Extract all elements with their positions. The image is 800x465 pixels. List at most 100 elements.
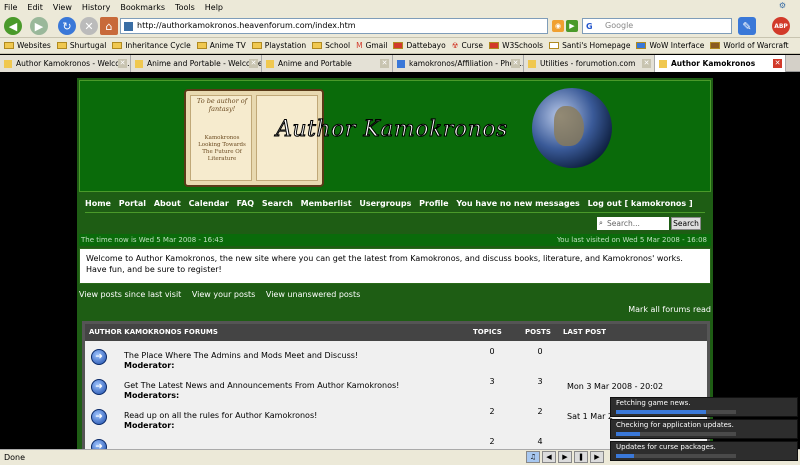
nav-portal[interactable]: Portal <box>119 199 146 208</box>
forum-search-button[interactable]: Search <box>671 217 701 230</box>
site-header: To be author of fantasy! Kamokronos Look… <box>79 80 711 192</box>
rss-icon[interactable]: ◉ <box>552 20 564 32</box>
nav-search[interactable]: Search <box>262 199 293 208</box>
menu-history[interactable]: History <box>82 3 110 12</box>
menu-view[interactable]: View <box>53 3 72 12</box>
bookmark-santis-homepage[interactable]: Santi's Homepage <box>549 41 630 50</box>
bookmark-school[interactable]: School <box>312 41 350 50</box>
nav-usergroups[interactable]: Usergroups <box>359 199 411 208</box>
bookmark-websites[interactable]: Websites <box>4 41 51 50</box>
tab-anime-portable-welcome[interactable]: Anime and Portable - Welcome... ✕ <box>131 55 262 72</box>
previous-icon[interactable]: ◀ <box>542 451 556 463</box>
forum-topics-count: 2 <box>489 407 495 416</box>
close-tab-icon[interactable]: ✕ <box>642 59 651 68</box>
header-topics: TOPICS <box>473 328 502 336</box>
notification-text: Fetching game news. <box>616 399 691 407</box>
play-icon[interactable]: ▶ <box>558 451 572 463</box>
adblock-icon[interactable]: ABP <box>772 17 790 35</box>
bookmark-anime-tv[interactable]: Anime TV <box>196 41 246 50</box>
nav-about[interactable]: About <box>154 199 181 208</box>
media-controls: ♫ ◀ ▶ ❚ ▶ <box>526 451 610 464</box>
gear-icon[interactable]: ⚙ <box>779 1 786 10</box>
bookmark-curse[interactable]: ☢ Curse <box>452 41 483 50</box>
pause-icon[interactable]: ❚ <box>574 451 588 463</box>
nav-messages[interactable]: You have no new messages <box>456 199 579 208</box>
next-icon[interactable]: ▶ <box>590 451 604 463</box>
bookmark-shurtugal[interactable]: Shurtugal <box>56 41 106 50</box>
tab-utilities-forumotion[interactable]: Utilities - forumotion.com ✕ <box>524 55 655 72</box>
site-title: Author Kamokronos <box>276 117 508 143</box>
mark-all-read-link[interactable]: Mark all forums read <box>628 305 711 314</box>
back-icon[interactable]: ◀ <box>4 17 22 35</box>
bookmark-w3schools[interactable]: W3Schools <box>489 41 543 50</box>
forum-row: ➜ The Place Where The Admins and Mods Me… <box>85 345 707 375</box>
forum-arrow-icon[interactable]: ➜ <box>91 439 107 449</box>
music-note-icon[interactable]: ♫ <box>526 451 540 463</box>
folder-icon <box>196 42 207 49</box>
menu-bookmarks[interactable]: Bookmarks <box>120 3 165 12</box>
link-posts-since-last-visit[interactable]: View posts since last visit <box>79 290 181 299</box>
notification-item[interactable]: Fetching game news. <box>610 397 798 417</box>
forum-moderators: Moderators: <box>124 391 180 400</box>
close-tab-icon[interactable]: ✕ <box>118 59 127 68</box>
tab-affiliation-photos[interactable]: kamokronos/Affiliation - Phot... ✕ <box>393 55 524 72</box>
forum-posts-count: 0 <box>537 347 543 356</box>
nav-profile[interactable]: Profile <box>419 199 448 208</box>
bookmark-world-of-warcraft[interactable]: World of Warcraft <box>710 41 789 50</box>
bookmark-wow-interface[interactable]: WoW Interface <box>636 41 704 50</box>
forum-search-input[interactable]: ⌕ Search... <box>597 217 669 230</box>
stop-icon[interactable]: ✕ <box>80 17 98 35</box>
bookmark-playstation[interactable]: Playstation <box>251 41 306 50</box>
tab-favicon-icon <box>135 59 143 68</box>
reload-icon[interactable]: ↻ <box>58 17 76 35</box>
url-bar[interactable]: http://authorkamokronos.heavenforum.com/… <box>120 18 548 34</box>
menu-help[interactable]: Help <box>205 3 223 12</box>
tab-anime-portable[interactable]: Anime and Portable ✕ <box>262 55 393 72</box>
nav-calendar[interactable]: Calendar <box>189 199 229 208</box>
bookmark-gmail[interactable]: M Gmail <box>356 41 387 50</box>
menu-tools[interactable]: Tools <box>175 3 195 12</box>
notification-item[interactable]: Checking for application updates. <box>610 419 798 439</box>
nav-faq[interactable]: FAQ <box>237 199 255 208</box>
nav-logout[interactable]: Log out [ kamokronos ] <box>588 199 693 208</box>
folder-icon <box>4 42 14 49</box>
home-icon[interactable]: ⌂ <box>100 17 118 35</box>
close-tab-icon[interactable]: ✕ <box>511 59 520 68</box>
forum-description[interactable]: The Place Where The Admins and Mods Meet… <box>124 351 358 360</box>
forum-description[interactable]: Get The Latest News and Announcements Fr… <box>124 381 399 390</box>
menu-bar: File Edit View History Bookmarks Tools H… <box>0 0 800 14</box>
forum-description[interactable]: Read up on all the rules for Author Kamo… <box>124 411 317 420</box>
nav-home[interactable]: Home <box>85 199 111 208</box>
notification-item[interactable]: Updates for curse packages. <box>610 441 798 461</box>
bookmark-inheritance-cycle[interactable]: Inheritance Cycle <box>112 41 191 50</box>
forum-arrow-icon[interactable]: ➜ <box>91 349 107 365</box>
time-bar: The time now is Wed 5 Mar 2008 - 16:43 Y… <box>79 234 711 246</box>
wow-interface-icon <box>636 42 647 49</box>
progress-bar <box>616 454 736 458</box>
search-engine-input[interactable]: G Google <box>582 18 732 34</box>
go-icon[interactable]: ▶ <box>566 20 578 32</box>
tab-favicon-icon <box>528 59 536 68</box>
tab-author-kamokronos[interactable]: Author Kamokronos ✕ <box>655 55 786 72</box>
welcome-message: Welcome to Author Kamokronos, the new si… <box>79 248 711 284</box>
tab-author-kamokronos-welcome[interactable]: Author Kamokronos - Welcom... ✕ <box>0 55 131 72</box>
forum-arrow-icon[interactable]: ➜ <box>91 409 107 425</box>
close-tab-icon[interactable]: ✕ <box>773 59 782 68</box>
extension-icon[interactable]: ✎ <box>738 17 756 35</box>
forum-topics-count: 2 <box>489 437 495 446</box>
close-tab-icon[interactable]: ✕ <box>249 59 258 68</box>
close-tab-icon[interactable]: ✕ <box>380 59 389 68</box>
forum-arrow-icon[interactable]: ➜ <box>91 379 107 395</box>
forward-icon[interactable]: ▶ <box>30 17 48 35</box>
notification-text: Checking for application updates. <box>616 421 734 429</box>
menu-edit[interactable]: Edit <box>27 3 43 12</box>
last-visit: You last visited on Wed 5 Mar 2008 - 16:… <box>556 236 707 244</box>
link-your-posts[interactable]: View your posts <box>192 290 256 299</box>
bookmark-dattebayo[interactable]: Dattebayo <box>393 41 446 50</box>
forum-page: To be author of fantasy! Kamokronos Look… <box>77 78 713 449</box>
forum-search-placeholder: Search... <box>607 219 640 228</box>
menu-file[interactable]: File <box>4 3 17 12</box>
link-unanswered-posts[interactable]: View unanswered posts <box>266 290 360 299</box>
nav-memberlist[interactable]: Memberlist <box>301 199 352 208</box>
progress-bar <box>616 410 736 414</box>
